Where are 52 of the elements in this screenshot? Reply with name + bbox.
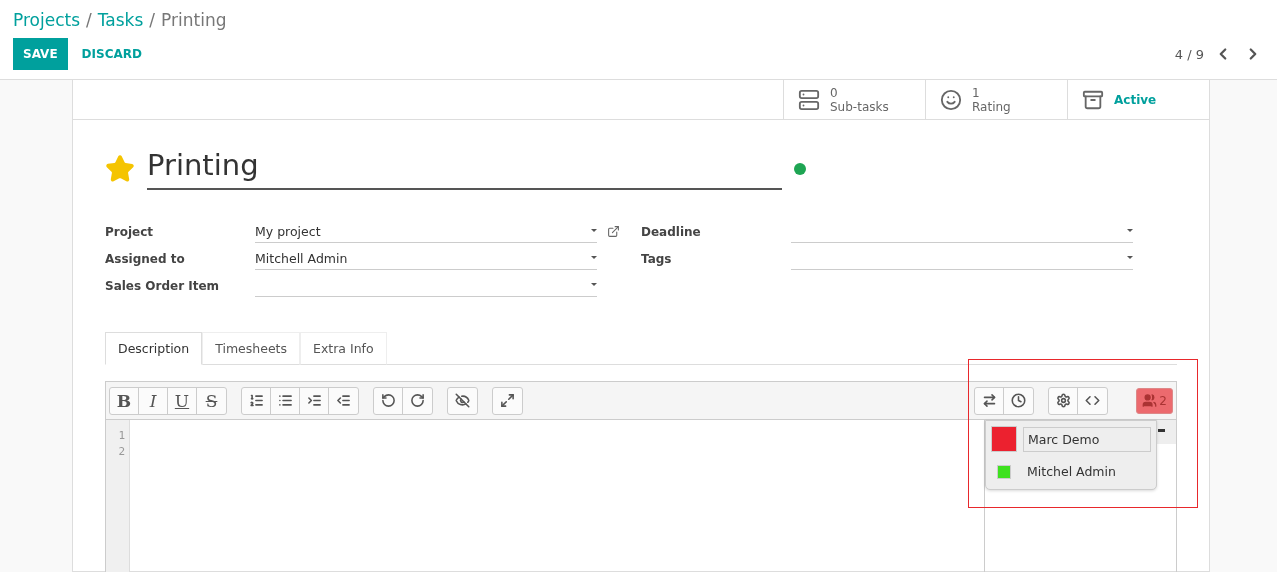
stat-value: 1 [972,85,981,100]
select-field[interactable]: My project [255,220,597,243]
numbered-list-icon [248,393,264,408]
tab[interactable]: Extra Info [300,332,387,365]
field-label: Deadline [641,224,702,239]
eye-slash-icon [455,393,470,408]
smiley-icon [940,88,962,111]
collaborator-name[interactable]: Mitchel Admin [1023,460,1151,483]
caret-icon [1127,229,1133,233]
server-icon [798,88,820,111]
caret-icon [591,229,597,233]
underline-button[interactable]: U [168,387,197,414]
star-icon[interactable] [105,154,135,184]
caret-icon [1127,256,1133,260]
tab[interactable]: Description [105,332,203,365]
field-label: Project [105,224,155,239]
breadcrumb-separator: / [86,10,92,30]
bold-button[interactable]: B [110,387,139,414]
undo-icon [380,393,396,408]
stat-value: 0 [830,85,839,100]
line-number: 2 [118,444,125,460]
strikethrough-button[interactable]: S [197,387,226,414]
code-icon [1085,393,1101,408]
bullet-list-icon [277,393,293,408]
task-title: Printing [147,148,782,190]
field-label: Sales Order Item [105,278,221,293]
settings-icon [1055,393,1071,408]
caret-icon [591,256,597,260]
tab[interactable]: Timesheets [202,332,301,365]
archive-icon [1082,88,1104,111]
swap-arrows-icon [981,393,997,408]
outdent-icon [336,393,351,408]
line-number: 1 [118,428,125,444]
italic-button[interactable]: I [139,387,168,414]
indent-icon [306,393,322,408]
stat-label: Rating [972,99,1011,114]
clock-icon [1011,393,1027,408]
breadcrumb-current: Printing [161,10,227,30]
stat-label: Active [1114,92,1157,107]
field-label: Tags [641,251,673,266]
expand-icon [500,393,515,408]
field-label: Assigned to [105,251,186,266]
external-link-icon[interactable] [607,225,620,238]
stat-label: Sub-tasks [830,99,889,114]
pager-counter: 4 / 9 [1174,46,1204,62]
caret-icon [591,283,597,287]
users-icon [1142,393,1158,408]
select-field[interactable]: Mitchell Admin [255,247,597,270]
status-dot[interactable] [794,163,806,175]
breadcrumb-separator: / [149,10,156,30]
redo-icon [410,393,425,408]
collaborator-name[interactable]: Marc Demo [1023,426,1151,452]
